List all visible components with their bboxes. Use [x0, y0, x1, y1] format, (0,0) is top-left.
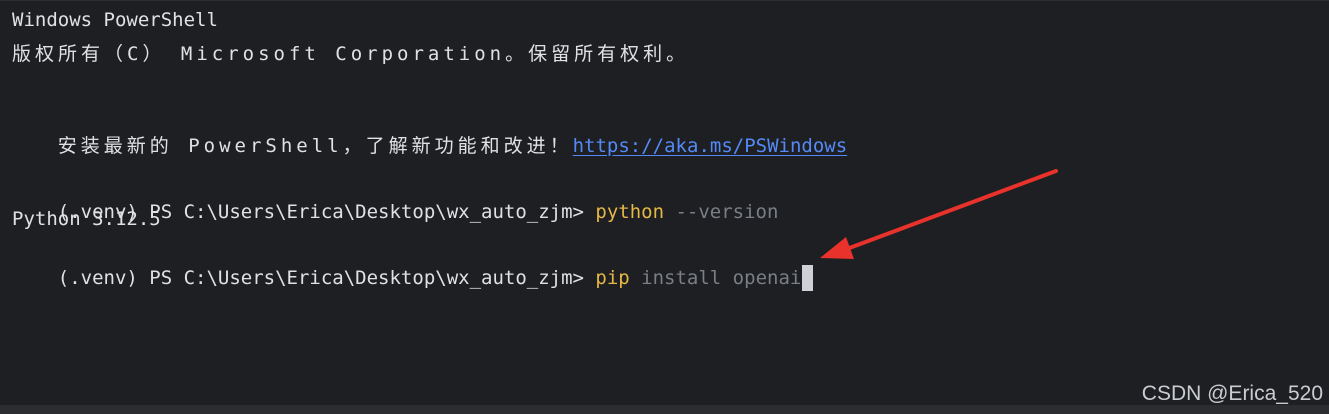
watermark: CSDN @Erica_520	[1141, 382, 1323, 405]
terminal-window[interactable]: Windows PowerShell 版权所有（C） Microsoft Cor…	[0, 0, 1329, 414]
red-arrow-icon	[820, 169, 1058, 259]
bottom-bar	[0, 405, 1329, 414]
